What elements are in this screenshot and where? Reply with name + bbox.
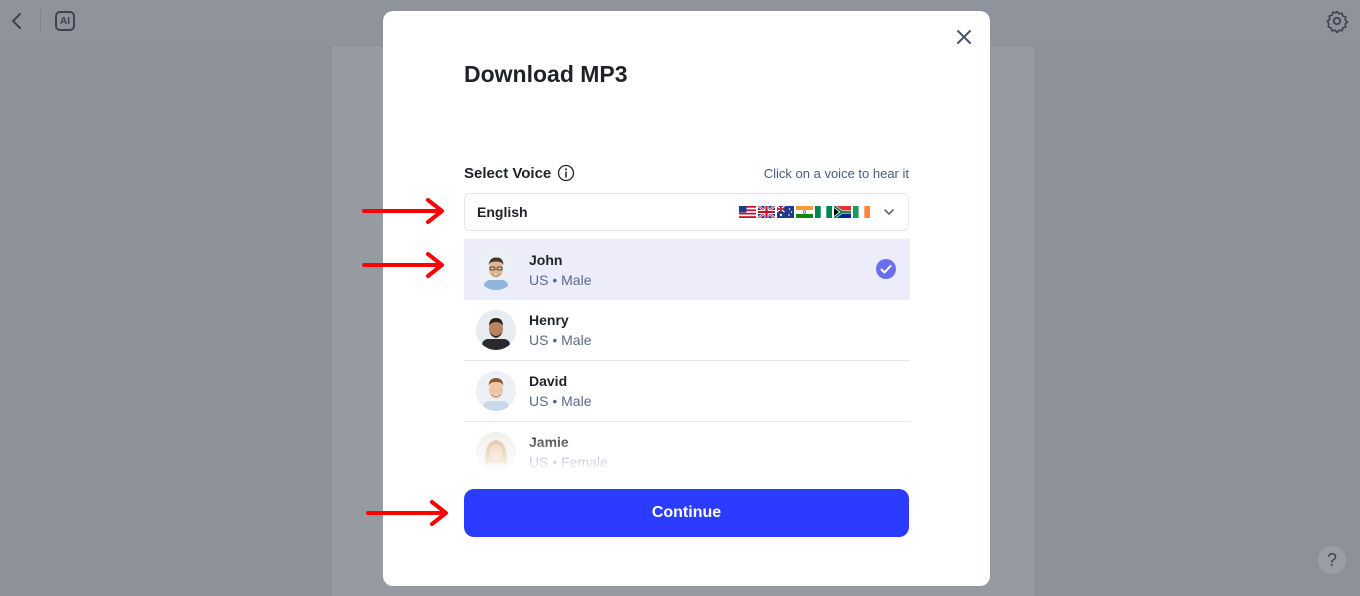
select-voice-label: Select Voice	[464, 164, 552, 182]
annotation-arrow-icon	[366, 500, 448, 526]
voice-hint: Click on a voice to hear it	[763, 165, 909, 181]
chevron-down-icon	[884, 209, 894, 215]
voice-meta: US • Male	[529, 332, 592, 348]
annotation-arrow-icon	[362, 198, 444, 224]
voice-name: Henry	[529, 312, 569, 328]
voice-info: Jamie US • Female	[529, 434, 608, 469]
voice-meta: US • Female	[529, 454, 608, 469]
download-mp3-modal: Download MP3 Select Voice Click on a voi…	[383, 11, 990, 586]
language-dropdown[interactable]: English	[464, 193, 909, 231]
select-voice-header: Select Voice Click on a voice to hear it	[464, 162, 909, 184]
avatar-henry	[476, 310, 516, 350]
close-icon[interactable]	[954, 27, 974, 47]
language-flags	[739, 206, 870, 218]
voice-meta: US • Male	[529, 271, 592, 288]
back-chevron-icon[interactable]	[8, 10, 26, 32]
gear-icon[interactable]	[1325, 9, 1349, 33]
voice-name: David	[529, 373, 568, 389]
info-icon[interactable]	[557, 164, 575, 182]
voice-list: John US • Male Henry US • Male David US …	[464, 239, 910, 469]
uk-flag-icon	[758, 206, 775, 218]
annotation-arrow-icon	[362, 252, 444, 278]
ie-flag-icon	[853, 206, 870, 218]
voice-name: Jamie	[529, 434, 569, 450]
voice-meta: US • Male	[529, 393, 592, 409]
voice-item-jamie[interactable]: Jamie US • Female	[464, 422, 910, 469]
voice-info: Henry US • Male	[529, 312, 591, 348]
ai-icon[interactable]: AI	[55, 11, 75, 31]
voice-info: David US • Male	[529, 373, 591, 409]
ng-flag-icon	[815, 206, 832, 218]
language-selected-value: English	[477, 204, 528, 220]
us-flag-icon	[739, 206, 756, 218]
help-button[interactable]: ?	[1318, 546, 1346, 574]
avatar-jamie	[476, 432, 516, 469]
avatar-john	[476, 249, 516, 290]
modal-title: Download MP3	[464, 61, 628, 87]
voice-item-david[interactable]: David US • Male	[464, 361, 910, 422]
voice-info: John US • Male	[529, 252, 591, 288]
au-flag-icon	[777, 206, 794, 218]
voice-name: John	[529, 251, 563, 268]
in-flag-icon	[796, 206, 813, 218]
voice-item-john[interactable]: John US • Male	[464, 239, 910, 300]
avatar-david	[476, 371, 516, 411]
voice-item-henry[interactable]: Henry US • Male	[464, 300, 910, 361]
topbar-divider	[40, 9, 41, 33]
continue-button[interactable]: Continue	[464, 489, 909, 537]
check-circle-icon	[876, 259, 896, 279]
za-flag-icon	[834, 206, 851, 218]
